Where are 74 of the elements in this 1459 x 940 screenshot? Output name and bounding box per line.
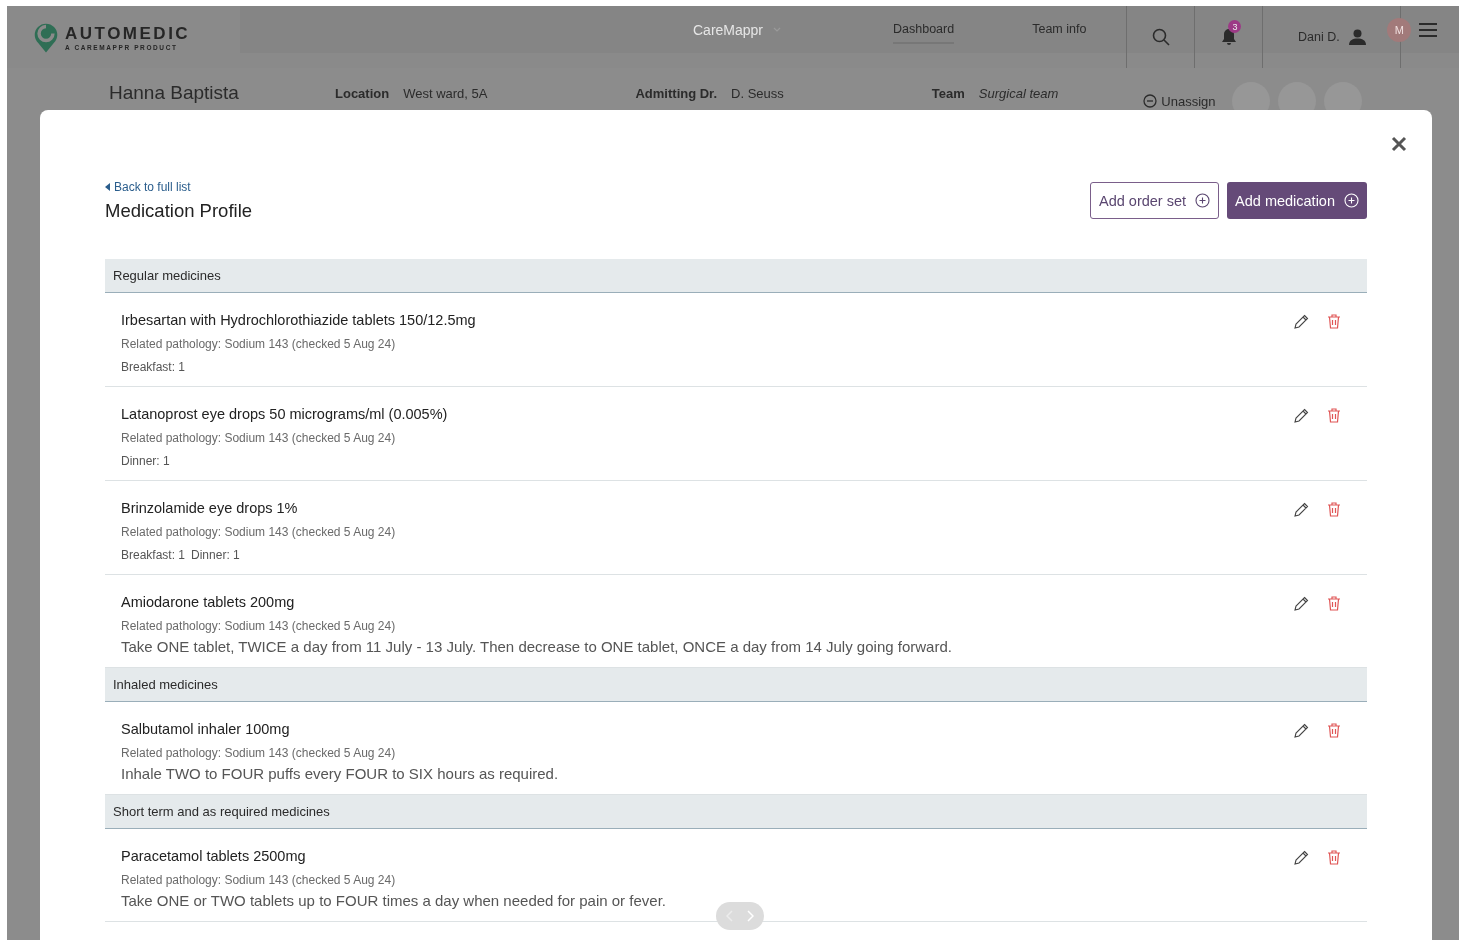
plus-circle-icon [1195,193,1211,208]
trash-icon [1327,502,1341,517]
medication-name: Salbutamol inhaler 100mg [121,721,291,737]
trash-icon [1327,850,1341,865]
add-order-set-button[interactable]: Add order set [1090,182,1220,219]
medication-name: Irbesartan with Hydrochlorothiazide tablets 150/12.5mg [121,312,476,328]
logo-name: AUTOMEDIC [65,23,191,44]
field-value: D. Seuss [731,85,784,101]
group-header: Regular medicines [105,259,1367,293]
edit-button[interactable] [1294,314,1309,329]
related-pathology: Related pathology: Sodium 143 (checked 5 Aug 24) [121,746,397,760]
menu-icon [1419,22,1438,37]
related-pathology: Related pathology: Sodium 143 (checked 5 Aug 24) [121,873,397,887]
pencil-icon [1294,314,1309,329]
edit-button[interactable] [1294,502,1309,517]
group-header: Inhaled medicines [105,668,1367,702]
pencil-icon [1294,850,1309,865]
delete-button[interactable] [1327,314,1341,329]
edit-button[interactable] [1294,596,1309,611]
dose-schedule: Dinner: 1 [191,548,240,562]
close-icon [1391,136,1407,152]
caret-left-icon [105,183,110,191]
user-icon [1348,29,1366,45]
minus-circle-icon [1143,94,1158,108]
dosage-instruction: Inhale TWO to FOUR puffs every FOUR to SIX hours as required. [121,765,559,782]
medication-name: Paracetamol tablets 2500mg [121,848,307,864]
medication-name: Latanoprost eye drops 50 micrograms/ml (0.005%) [121,406,448,422]
patient-name: Hanna Baptista [109,82,240,104]
related-pathology: Related pathology: Sodium 143 (checked 5 Aug 24) [121,525,396,539]
delete-button[interactable] [1327,502,1341,517]
delete-button[interactable] [1327,723,1341,738]
dose-schedule: Dinner: 1 [121,454,170,468]
trash-icon [1327,723,1341,738]
trash-icon [1327,408,1341,423]
add-medication-button[interactable]: Add medication [1227,182,1367,219]
trash-icon [1327,596,1341,611]
pencil-icon [1294,723,1309,738]
back-link[interactable]: Back to full list [105,180,253,194]
product-switcher[interactable]: CareMappr [693,21,782,38]
modal-title: Medication Profile [105,200,253,222]
dosage-instruction: Take ONE or TWO tablets up to FOUR times a day when needed for pain or fever. [121,892,666,909]
field-label: Location [335,85,390,101]
nav-tab[interactable]: Team info [1032,15,1087,44]
delete-button[interactable] [1327,596,1341,611]
dose-schedule: Breakfast: 1 [121,360,186,374]
pencil-icon [1294,502,1309,517]
search-icon [1151,28,1170,46]
dosage-instruction: Take ONE tablet, TWICE a day from 11 July - 13 July. Then decrease to ONE tablet, ONCE a day from 14 July going forward. [121,638,952,655]
bell-icon [1220,28,1237,46]
delete-button[interactable] [1327,850,1341,865]
edit-button[interactable] [1294,723,1309,738]
group-header: Short term and as required medicines [105,795,1367,829]
field-label: Admitting Dr. [635,85,718,101]
nav-tab[interactable]: Dashboard [893,15,955,44]
edit-button[interactable] [1294,408,1309,423]
notifications-button[interactable]: 3 [1194,6,1263,68]
trash-icon [1327,314,1341,329]
related-pathology: Related pathology: Sodium 143 (checked 5 Aug 24) [121,337,397,351]
avatar[interactable]: M [1387,17,1412,42]
medication-name: Brinzolamide eye drops 1% [121,500,299,516]
pencil-icon [1294,408,1309,423]
field-value: Surgical team [978,85,1059,101]
delete-button[interactable] [1327,408,1341,423]
related-pathology: Related pathology: Sodium 143 (checked 5 Aug 24) [121,431,397,445]
plus-circle-icon [1344,193,1359,208]
related-pathology: Related pathology: Sodium 143 (checked 5 Aug 24) [121,619,397,633]
edit-button[interactable] [1294,850,1309,865]
field-value: West ward, 5A [403,85,488,101]
pencil-icon [1294,596,1309,611]
unassign-button[interactable]: Unassign [1143,93,1216,109]
notification-count: 3 [1228,20,1242,33]
field-label: Team [931,85,965,101]
dose-schedule: Breakfast: 1 [121,548,186,562]
medication-name: Amiodarone tablets 200mg [121,594,296,610]
